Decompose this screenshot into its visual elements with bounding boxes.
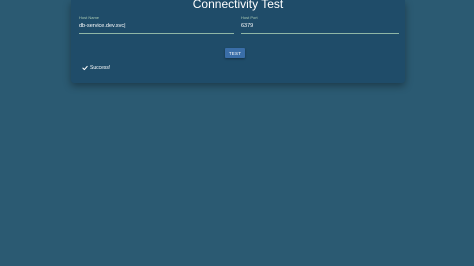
test-button[interactable]: TEST [225, 48, 245, 58]
host-name-field: Host Name [79, 15, 234, 34]
host-port-input[interactable] [241, 21, 399, 34]
host-name-input[interactable] [79, 21, 234, 34]
status-text: Success! [90, 65, 111, 71]
connectivity-test-card: Connectivity Test Host Name Host Port TE… [71, 0, 405, 83]
check-icon [82, 65, 88, 71]
status-message: Success! [82, 64, 110, 72]
page-title: Connectivity Test [192, 0, 284, 11]
host-port-field: Host Port [241, 15, 399, 34]
